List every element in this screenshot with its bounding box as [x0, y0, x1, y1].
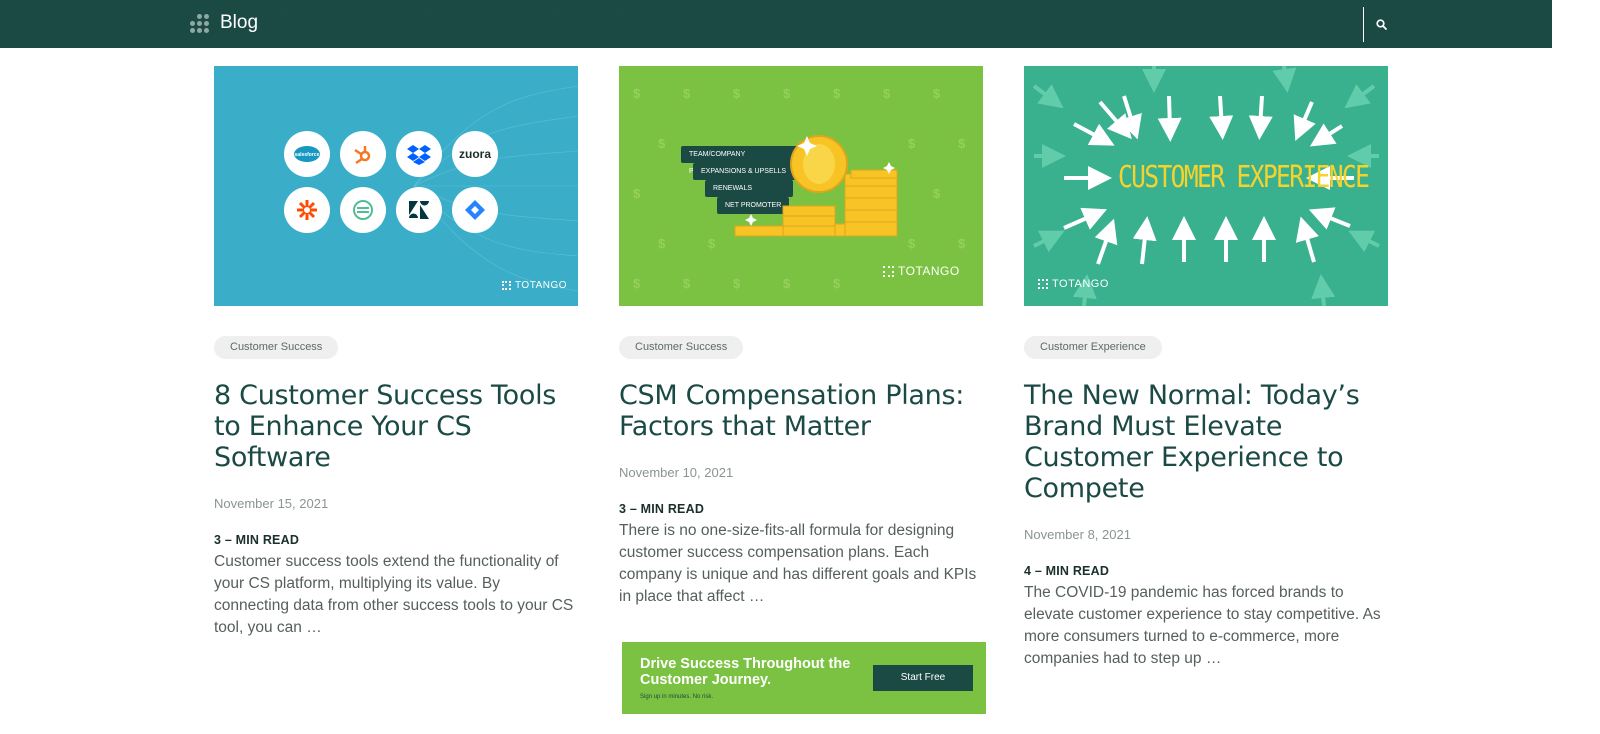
totango-watermark: TOTANGO	[883, 264, 960, 278]
read-time: 4 – MIN READ	[1024, 564, 1110, 578]
post-title[interactable]: The New Normal: Today’s Brand Must Eleva…	[1024, 380, 1388, 504]
post-title[interactable]: 8 Customer Success Tools to Enhance Your…	[214, 380, 578, 473]
category-tag[interactable]: Customer Success	[619, 336, 744, 359]
network-lines-decoration	[413, 85, 578, 292]
post-date: November 10, 2021	[619, 465, 734, 480]
cta-subtext: Sign up in minutes. No risk.	[640, 694, 714, 700]
post-card-3[interactable]: CUSTOMER EXPERIENCE TOTANGO	[1024, 66, 1388, 306]
read-time: 3 – MIN READ	[214, 533, 300, 547]
start-free-button[interactable]: Start Free	[873, 665, 973, 691]
nav-item-news[interactable]: News	[0, 0, 43, 19]
post-excerpt: The COVID-19 pandemic has forced brands …	[1024, 584, 1381, 667]
search-button[interactable]	[1364, 7, 1398, 42]
category-tag[interactable]: Customer Success	[214, 336, 339, 359]
dropbox-logo-icon	[396, 131, 442, 177]
cta-headline: Drive Success Throughout the Customer Jo…	[640, 656, 851, 688]
jira-logo-icon	[452, 187, 498, 233]
post-card-1[interactable]: salesforce zuora TOTANGO	[214, 66, 578, 306]
totango-logo-icon	[1038, 279, 1048, 289]
post-excerpt: Customer success tools extend the functi…	[214, 553, 574, 636]
image-headline: CUSTOMER EXPERIENCE	[1118, 160, 1370, 195]
top-nav: Blog News Product Updates Best Practices…	[0, 0, 1552, 48]
totango-watermark: TOTANGO	[502, 280, 567, 291]
nav-item-customer-journey[interactable]: Customer Journey	[491, 0, 634, 19]
post-card-2[interactable]: $$$$$$$ $$$ $$ $$$$ $$$$$ TEAM/COMPANY P…	[619, 66, 983, 306]
read-time: 3 – MIN READ	[619, 502, 705, 516]
post-date: November 15, 2021	[214, 496, 329, 511]
segment-logo-icon	[340, 187, 386, 233]
post-image-integrations[interactable]: salesforce zuora TOTANGO	[214, 66, 578, 306]
nav-item-customer-success-101[interactable]: Customer Success 101	[303, 0, 486, 19]
nav-item-product-updates[interactable]: Product Updates	[48, 0, 180, 19]
blog-logo-icon[interactable]	[190, 14, 210, 34]
svg-text:salesforce: salesforce	[295, 152, 320, 158]
salesforce-logo: salesforce	[284, 131, 330, 177]
post-image-compensation[interactable]: $$$$$$$ $$$ $$ $$$$ $$$$$ TEAM/COMPANY P…	[619, 66, 983, 306]
cta-banner[interactable]: Drive Success Throughout the Customer Jo…	[622, 642, 986, 714]
totango-logo-icon	[502, 281, 511, 290]
hubspot-logo-icon	[340, 131, 386, 177]
category-tag[interactable]: Customer Experience	[1024, 336, 1162, 359]
post-title[interactable]: CSM Compensation Plans: Factors that Mat…	[619, 380, 983, 442]
post-image-customer-experience[interactable]: CUSTOMER EXPERIENCE TOTANGO	[1024, 66, 1388, 306]
blog-brand[interactable]: Blog	[220, 12, 258, 34]
search-icon	[1375, 19, 1387, 30]
post-date: November 8, 2021	[1024, 527, 1131, 542]
totango-watermark: TOTANGO	[1038, 278, 1109, 290]
zapier-logo-icon	[284, 187, 330, 233]
totango-logo-icon	[883, 265, 894, 277]
zuora-logo: zuora	[452, 131, 498, 177]
post-excerpt: There is no one-size-fits-all formula fo…	[619, 522, 977, 605]
zendesk-logo-icon	[396, 187, 442, 233]
